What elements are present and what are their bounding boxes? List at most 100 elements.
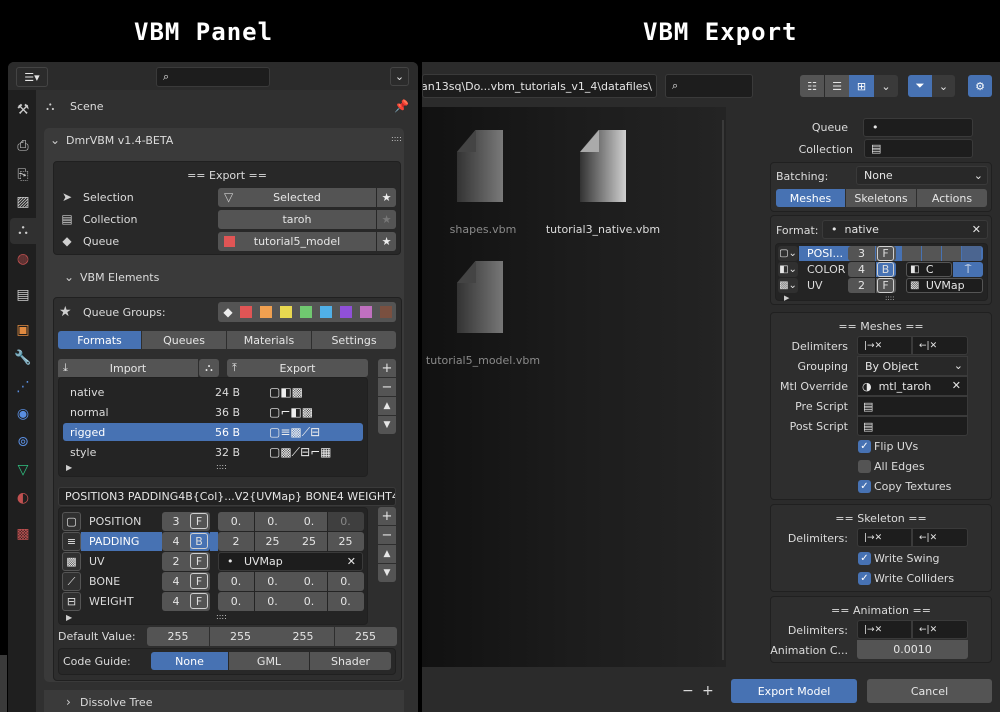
attribute-type-icon[interactable]: ◧⌄ — [778, 262, 798, 277]
resize-grip-icon[interactable]: :::: — [216, 460, 227, 474]
tab-material-icon[interactable]: ◐ — [14, 491, 32, 505]
plus-button[interactable]: + — [378, 359, 396, 377]
clear-icon[interactable]: ✕ — [952, 379, 961, 392]
tab-output-icon[interactable]: ⎘ — [14, 168, 32, 182]
queue-group-swatch[interactable] — [240, 306, 252, 318]
zoom-in-button[interactable]: + — [702, 683, 714, 699]
tab-render-icon[interactable]: ⎙ — [14, 139, 32, 153]
tab-physics-icon[interactable]: ◉ — [14, 407, 32, 421]
move-up-button[interactable]: ▲ — [378, 545, 396, 563]
post-script-field[interactable]: ▤ — [857, 416, 968, 436]
attribute-type-icon[interactable]: ⟋ — [62, 572, 81, 591]
tab-view-layer-icon[interactable]: ▨ — [14, 195, 32, 209]
tab-formats[interactable]: Formats — [58, 331, 141, 349]
mode-tab-meshes[interactable]: Meshes — [776, 189, 845, 207]
chevron-down-icon[interactable]: ⌄ — [50, 133, 60, 147]
filter-button[interactable]: ⏷ — [908, 75, 932, 97]
uv-layer-field[interactable]: • UVMap ✕ — [218, 552, 363, 571]
tab-data-icon[interactable]: ▽ — [14, 463, 32, 477]
file-name[interactable]: shapes.vbm — [413, 223, 553, 236]
attribute-default-field[interactable]: 2 — [218, 532, 254, 551]
attribute-default-field[interactable]: 0. — [327, 572, 364, 591]
attribute-value-field[interactable] — [942, 246, 961, 261]
collection-field[interactable]: ▤ — [864, 139, 973, 158]
left-edge-widget[interactable] — [0, 655, 7, 712]
code-guide-none[interactable]: None — [151, 652, 228, 670]
attribute-default-field[interactable]: 25 — [327, 532, 364, 551]
write-colliders-checkbox[interactable]: ✓ — [858, 572, 871, 585]
tab-settings[interactable]: Settings — [312, 331, 396, 349]
attribute-type-icon[interactable]: ▩ — [62, 552, 81, 571]
attribute-default-field[interactable]: 0. — [327, 592, 364, 611]
pre-script-field[interactable]: ▤ — [857, 396, 968, 416]
attribute-default-field[interactable]: 25 — [291, 532, 327, 551]
tab-materials[interactable]: Materials — [227, 331, 311, 349]
file-name[interactable]: tutorial3_native.vbm — [533, 223, 673, 236]
expand-icon[interactable]: ▶ — [784, 291, 789, 305]
delimiter-end-field[interactable]: ←|✕ — [912, 620, 968, 639]
write-swing-checkbox[interactable]: ✓ — [858, 552, 871, 565]
mode-tab-actions[interactable]: Actions — [917, 189, 987, 207]
path-field[interactable]: an13sq\Do...vbm_tutorials_v1_4\datafiles… — [422, 74, 657, 98]
delimiter-start-field[interactable]: |→✕ — [857, 336, 912, 355]
minus-button[interactable]: − — [378, 378, 396, 396]
default-value-field[interactable]: 255 — [209, 627, 272, 646]
move-down-button[interactable]: ▼ — [378, 416, 396, 434]
attribute-default-field[interactable]: 0. — [254, 512, 291, 531]
tab-particles-icon[interactable]: ⋰ — [14, 380, 32, 394]
attribute-size-field[interactable]: 2 — [848, 278, 875, 293]
export-row-selection-field[interactable]: ▽ Selected — [218, 188, 376, 207]
format-list-item[interactable]: rigged 56 B ▢≡▩⟋⊟ — [63, 423, 363, 441]
attribute-type-toggle[interactable]: F — [190, 592, 210, 611]
diamond-icon[interactable]: ◆ — [222, 305, 234, 319]
dissolve-tree-title[interactable]: Dissolve Tree — [80, 696, 152, 709]
view-horizontal-button[interactable]: ☰ — [825, 75, 849, 97]
plus-button[interactable]: + — [378, 507, 396, 525]
attribute-layer-field[interactable]: ◧ C — [906, 262, 952, 277]
attribute-type-toggle[interactable]: B — [876, 262, 896, 277]
export-model-button[interactable]: Export Model — [731, 679, 857, 703]
resize-grip-icon[interactable]: :::: — [216, 610, 227, 624]
queue-field[interactable]: • — [863, 118, 973, 137]
attribute-size-field[interactable]: 2 — [162, 552, 190, 571]
clear-icon[interactable]: ✕ — [347, 555, 356, 568]
copy-textures-label[interactable]: Copy Textures — [874, 480, 951, 493]
chevron-right-icon[interactable]: › — [66, 695, 71, 709]
attribute-size-field[interactable]: 3 — [162, 512, 190, 531]
delimiter-end-field[interactable]: ←|✕ — [912, 336, 968, 355]
tab-world-icon[interactable]: ◍ — [14, 252, 32, 266]
import-button[interactable]: ⤓ Import — [58, 359, 198, 377]
expand-icon[interactable]: ▶ — [66, 611, 72, 625]
attribute-size-field[interactable]: 4 — [162, 532, 190, 551]
attribute-default-field[interactable]: 0. — [327, 512, 364, 531]
format-list-item[interactable]: normal 36 B ▢⌐◧▩ — [63, 403, 363, 421]
zoom-out-button[interactable]: − — [682, 683, 694, 699]
attribute-value-field[interactable] — [902, 246, 921, 261]
chevron-down-icon[interactable]: ⌄ — [64, 270, 74, 284]
pin-icon[interactable]: 📌 — [394, 99, 409, 113]
import-scene-button[interactable]: ⛬ — [199, 359, 219, 377]
file-search-input[interactable]: ⌕ — [665, 74, 753, 98]
tab-tool-icon[interactable]: ⚒ — [14, 103, 32, 117]
search-input[interactable]: ⌕ — [156, 67, 270, 87]
filter-dropdown[interactable]: ⌄ — [932, 75, 955, 97]
attribute-type-toggle[interactable]: F — [190, 512, 210, 531]
attribute-type-toggle[interactable]: F — [876, 246, 896, 261]
attribute-layer-field[interactable]: ▩ UVMap — [906, 278, 983, 293]
attribute-size-field[interactable]: 4 — [848, 262, 875, 277]
format-string-field[interactable]: POSITION3 PADDING4B{Col}...V2{UVMap} BON… — [58, 487, 396, 506]
attribute-type-toggle[interactable]: F — [190, 552, 210, 571]
favorite-star-button[interactable]: ★ — [377, 188, 396, 207]
attribute-size-field[interactable]: 3 — [848, 246, 875, 261]
grip-icon[interactable]: :::: — [391, 132, 402, 146]
resize-grip-icon[interactable]: :::: — [885, 291, 894, 305]
attribute-type-icon[interactable]: ▢ — [62, 512, 81, 531]
mtl-override-field[interactable]: ◑ mtl_taroh ✕ — [857, 376, 968, 396]
default-value-field[interactable]: 255 — [334, 627, 397, 646]
attribute-default-field[interactable]: 0. — [291, 592, 327, 611]
delimiter-start-field[interactable]: |→✕ — [857, 528, 912, 547]
attribute-default-field[interactable]: 0. — [291, 572, 327, 591]
code-guide-shader[interactable]: Shader — [310, 652, 391, 670]
attribute-default-field[interactable]: 25 — [254, 532, 291, 551]
move-up-button[interactable]: ▲ — [378, 397, 396, 415]
